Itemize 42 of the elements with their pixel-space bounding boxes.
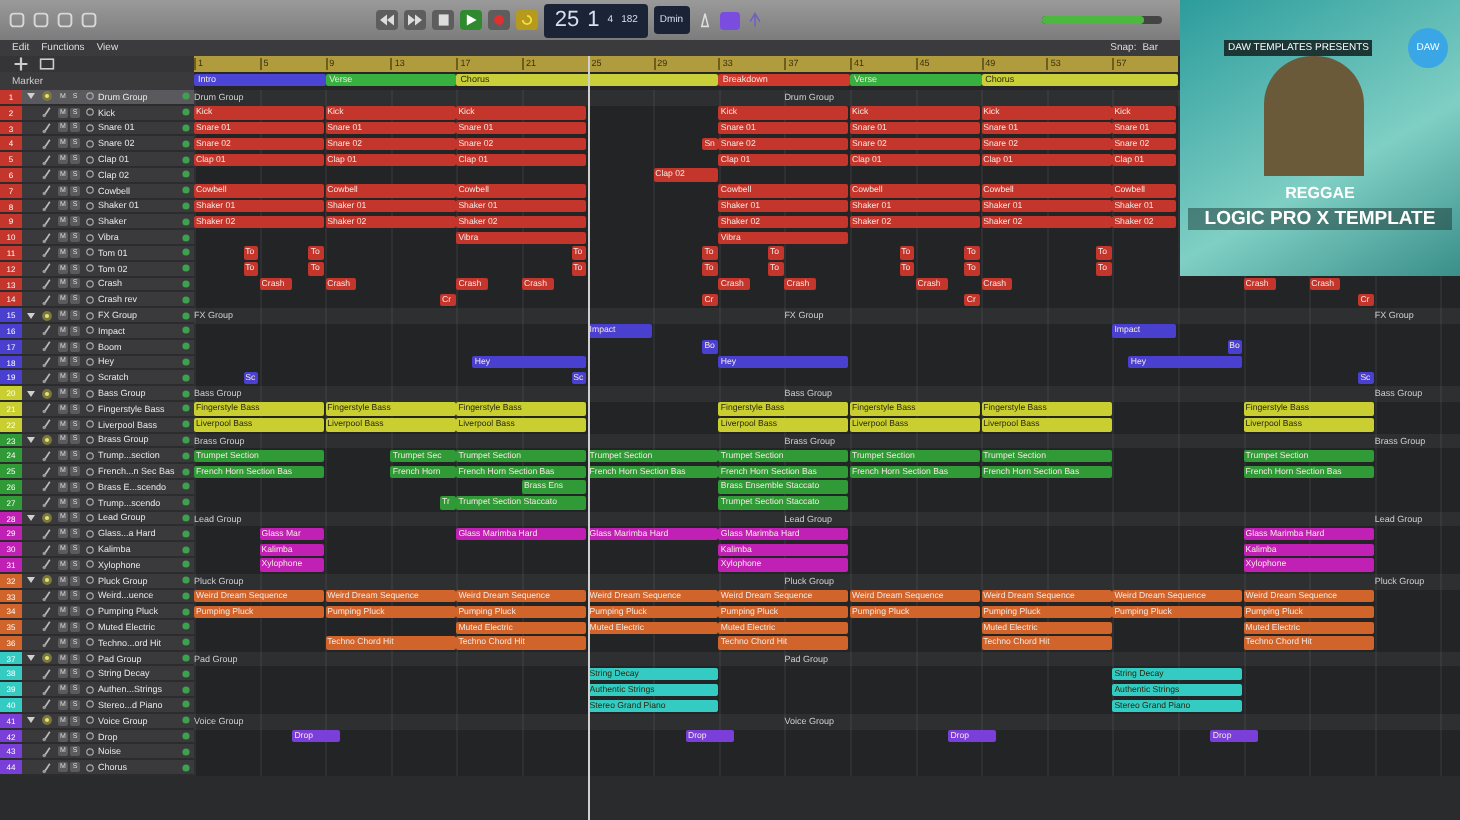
- instrument-icon: [40, 636, 54, 649]
- instrument-icon: [40, 371, 54, 384]
- instrument-icon: [40, 402, 54, 415]
- instrument-icon: [40, 324, 54, 337]
- add-icon[interactable]: [12, 56, 30, 72]
- record-icon: [492, 14, 507, 26]
- beat-position: 1: [587, 8, 600, 32]
- disclosure-triangle-icon[interactable]: [26, 654, 36, 663]
- cycle-button[interactable]: [516, 10, 539, 30]
- instrument-icon: [40, 449, 54, 462]
- disclosure-triangle-icon[interactable]: [26, 513, 36, 522]
- cycle-icon: [520, 14, 535, 26]
- rewind-icon: [380, 14, 395, 26]
- fast-forward-icon: [408, 14, 423, 26]
- rewind-button[interactable]: [376, 10, 399, 30]
- instrument-icon: [40, 589, 54, 602]
- play-button[interactable]: [460, 10, 483, 30]
- instrument-icon: [40, 761, 54, 774]
- instrument-icon: [40, 527, 54, 540]
- instrument-icon: [40, 137, 54, 150]
- disclosure-triangle-icon[interactable]: [26, 576, 36, 585]
- instrument-icon: [40, 496, 54, 509]
- genre-text: REGGAE: [1283, 184, 1357, 202]
- fast-forward-button[interactable]: [404, 10, 427, 30]
- promo-title: LOGIC PRO X TEMPLATE: [1188, 208, 1452, 230]
- bar-position: 25: [554, 8, 580, 32]
- photo-placeholder: [1264, 56, 1364, 176]
- instrument-icon: [40, 667, 54, 680]
- instrument-icon: [40, 558, 54, 571]
- disclosure-triangle-icon[interactable]: [26, 389, 36, 398]
- disclosure-triangle-icon[interactable]: [26, 435, 36, 444]
- instrument-icon: [40, 293, 54, 306]
- stop-icon: [436, 14, 451, 26]
- instrument-icon: [40, 543, 54, 555]
- disclosure-triangle-icon[interactable]: [26, 311, 36, 320]
- disclosure-triangle-icon[interactable]: [26, 716, 36, 725]
- instrument-icon: [40, 215, 54, 228]
- stop-button[interactable]: [432, 10, 455, 30]
- disclosure-triangle-icon[interactable]: [26, 92, 36, 101]
- instrument-icon: [40, 418, 54, 431]
- metronome-icon[interactable]: [695, 12, 714, 28]
- play-icon: [464, 14, 479, 26]
